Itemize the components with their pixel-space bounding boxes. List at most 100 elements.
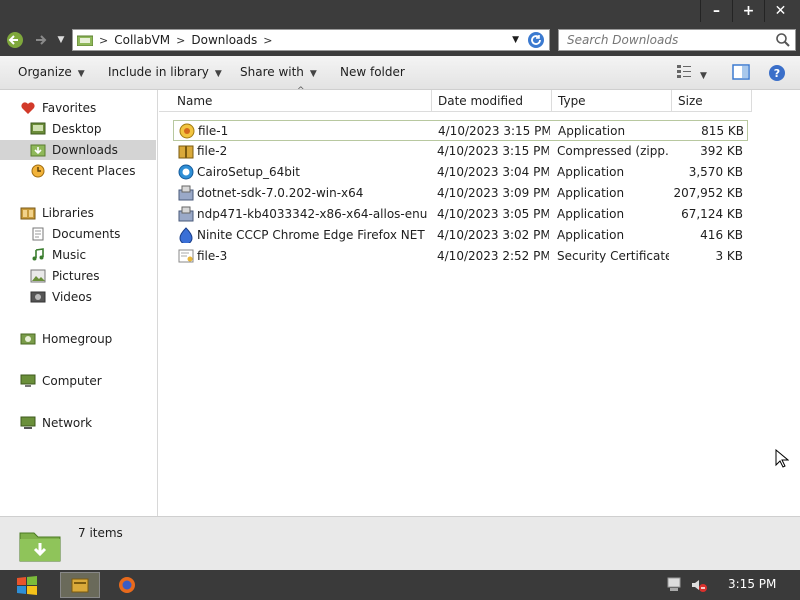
recent-places-icon <box>31 164 45 178</box>
file-size: 67,124 KB <box>681 207 743 221</box>
nav-favorites[interactable]: Favorites <box>20 98 176 118</box>
tray-network-icon[interactable] <box>666 577 684 596</box>
change-view-button[interactable]: ▼ <box>676 64 707 81</box>
nav-label: Network <box>42 416 93 430</box>
setup-package-icon <box>178 206 194 222</box>
search-input[interactable] <box>565 32 775 48</box>
recent-pages-dropdown[interactable]: ▼ <box>54 30 68 50</box>
column-header-date[interactable]: Date modified <box>432 90 552 112</box>
nav-computer[interactable]: Computer <box>20 371 176 391</box>
nav-recent-places[interactable]: Recent Places <box>30 161 156 181</box>
nav-music[interactable]: Music <box>30 245 156 265</box>
breadcrumb-separator[interactable]: > <box>99 34 108 47</box>
file-row[interactable]: Ninite CCCP Chrome Edge Firefox NET 4...… <box>173 225 748 246</box>
breadcrumb-separator[interactable]: > <box>176 34 185 47</box>
nav-label: Downloads <box>52 143 118 157</box>
file-size: 416 KB <box>700 228 743 242</box>
computer-icon <box>20 374 36 387</box>
preview-pane-button[interactable] <box>732 64 750 83</box>
window-title-bar[interactable]: – + ✕ <box>0 0 800 24</box>
nav-videos[interactable]: Videos <box>30 287 156 307</box>
column-header-size[interactable]: Size <box>672 90 752 112</box>
nav-homegroup[interactable]: Homegroup <box>20 329 176 349</box>
file-row[interactable]: ndp471-kb4033342-x86-x64-allos-enu 4/10/2… <box>173 204 748 225</box>
firefox-icon <box>119 577 135 593</box>
close-button[interactable]: ✕ <box>764 0 796 22</box>
include-in-library-button[interactable]: Include in library ▼ <box>108 65 222 79</box>
tray-volume-icon[interactable] <box>690 577 708 596</box>
nav-label: Documents <box>52 227 121 241</box>
file-type: Compressed (zipp... <box>557 144 669 158</box>
network-tray-icon <box>667 577 681 591</box>
downloads-folder-large-icon <box>19 532 61 562</box>
column-header-type[interactable]: Type <box>552 90 672 112</box>
file-size: 3 KB <box>715 249 743 263</box>
minimize-button[interactable]: – <box>700 0 732 22</box>
zip-folder-icon <box>178 145 194 159</box>
cairo-setup-icon <box>178 164 194 180</box>
nav-network[interactable]: Network <box>20 413 176 433</box>
nav-label: Libraries <box>42 206 94 220</box>
column-header-name[interactable]: Name ^ <box>171 86 432 112</box>
preview-pane-icon <box>732 64 750 80</box>
maximize-button[interactable]: + <box>732 0 764 22</box>
sort-ascending-icon: ^ <box>297 86 305 96</box>
column-label: Name <box>177 94 213 108</box>
nav-downloads[interactable]: Downloads <box>0 140 156 160</box>
organize-label: Organize <box>18 65 72 79</box>
file-date: 4/10/2023 3:02 PM <box>437 228 549 242</box>
breadcrumb-collabvm[interactable]: CollabVM <box>114 33 170 47</box>
file-list[interactable]: Name ^ Date modified Type Size file-1 4/1… <box>159 86 800 516</box>
nav-desktop[interactable]: Desktop <box>30 119 156 139</box>
chevron-down-icon: ▼ <box>77 69 85 79</box>
organize-button[interactable]: Organize ▼ <box>18 65 85 79</box>
refresh-icon[interactable] <box>527 31 545 49</box>
new-folder-button[interactable]: New folder <box>340 65 405 79</box>
address-dropdown[interactable]: ▼ <box>512 35 519 45</box>
file-name: file-2 <box>197 144 228 158</box>
file-size: 3,570 KB <box>688 165 743 179</box>
clock[interactable]: 3:15 PM <box>728 577 776 591</box>
taskbar-explorer-button[interactable] <box>60 572 100 598</box>
share-with-button[interactable]: Share with ▼ <box>240 65 317 79</box>
search-icon[interactable] <box>775 32 791 48</box>
forward-arrow-icon <box>36 35 47 45</box>
help-button[interactable]: ? <box>768 64 786 85</box>
file-row[interactable]: dotnet-sdk-7.0.202-win-x64 4/10/2023 3:09… <box>173 183 748 204</box>
address-row: ▼ > CollabVM > Downloads > ▼ <box>0 24 800 56</box>
nav-label: Pictures <box>52 269 100 283</box>
file-size: 392 KB <box>700 144 743 158</box>
file-row[interactable]: file-3 4/10/2023 2:52 PM Security Certific… <box>173 246 748 267</box>
nav-pictures[interactable]: Pictures <box>30 266 156 286</box>
nav-libraries[interactable]: Libraries <box>20 203 176 223</box>
mouse-cursor-icon <box>775 449 789 468</box>
taskbar: 3:15 PM <box>0 570 800 600</box>
file-name: file-3 <box>197 249 228 263</box>
address-bar[interactable]: > CollabVM > Downloads > ▼ <box>72 29 550 51</box>
file-row[interactable]: file-1 4/10/2023 3:15 PM Application 815 KB <box>173 120 748 141</box>
file-row[interactable]: file-2 4/10/2023 3:15 PM Compressed (zipp.… <box>173 141 748 162</box>
back-button[interactable] <box>4 30 26 50</box>
file-type: Application <box>557 207 625 221</box>
desktop-icon <box>30 122 46 135</box>
homegroup-icon <box>20 333 36 345</box>
nav-documents[interactable]: Documents <box>30 224 156 244</box>
breadcrumb-separator[interactable]: > <box>263 34 272 47</box>
search-box[interactable] <box>558 29 796 51</box>
navigation-pane[interactable]: Favorites Desktop Downloads Recent Place… <box>0 90 158 516</box>
forward-button[interactable] <box>30 30 52 50</box>
file-size: 207,952 KB <box>673 186 743 200</box>
nav-label: Music <box>52 248 87 262</box>
back-arrow-icon <box>7 32 23 48</box>
file-row[interactable]: CairoSetup_64bit 4/10/2023 3:04 PM Applica… <box>173 162 748 183</box>
svg-text:?: ? <box>774 67 780 80</box>
start-button[interactable] <box>14 574 40 596</box>
nav-label: Desktop <box>52 122 102 136</box>
breadcrumb-downloads[interactable]: Downloads <box>191 33 257 47</box>
taskbar-firefox-button[interactable] <box>110 572 144 598</box>
file-name: dotnet-sdk-7.0.202-win-x64 <box>197 186 364 200</box>
file-explorer-icon <box>71 578 89 593</box>
ninite-icon <box>179 227 193 243</box>
share-with-label: Share with <box>240 65 304 79</box>
chevron-down-icon: ▼ <box>214 69 222 79</box>
